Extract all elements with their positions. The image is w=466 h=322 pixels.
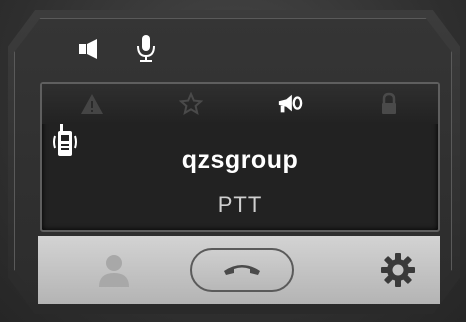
hangup-button[interactable] [190, 248, 294, 292]
call-mode-label: PTT [217, 192, 263, 217]
device-frame: qzsgroup PTT [0, 0, 466, 322]
speaker-icon[interactable] [76, 34, 104, 64]
settings-button[interactable] [378, 250, 418, 290]
user-icon [99, 255, 129, 287]
top-icon-bar [76, 34, 160, 64]
contacts-button[interactable] [94, 250, 134, 290]
warning-icon [79, 91, 105, 117]
broadcast-megaphone-icon [277, 91, 303, 117]
gear-icon [381, 253, 415, 287]
group-name: qzsgroup [181, 146, 299, 174]
star-icon [178, 91, 204, 117]
status-icon-row [42, 84, 438, 124]
call-screen: qzsgroup PTT [40, 82, 440, 232]
hangup-icon [224, 265, 260, 275]
bottom-toolbar [38, 236, 440, 304]
microphone-icon[interactable] [132, 34, 160, 64]
lock-icon [376, 91, 402, 117]
